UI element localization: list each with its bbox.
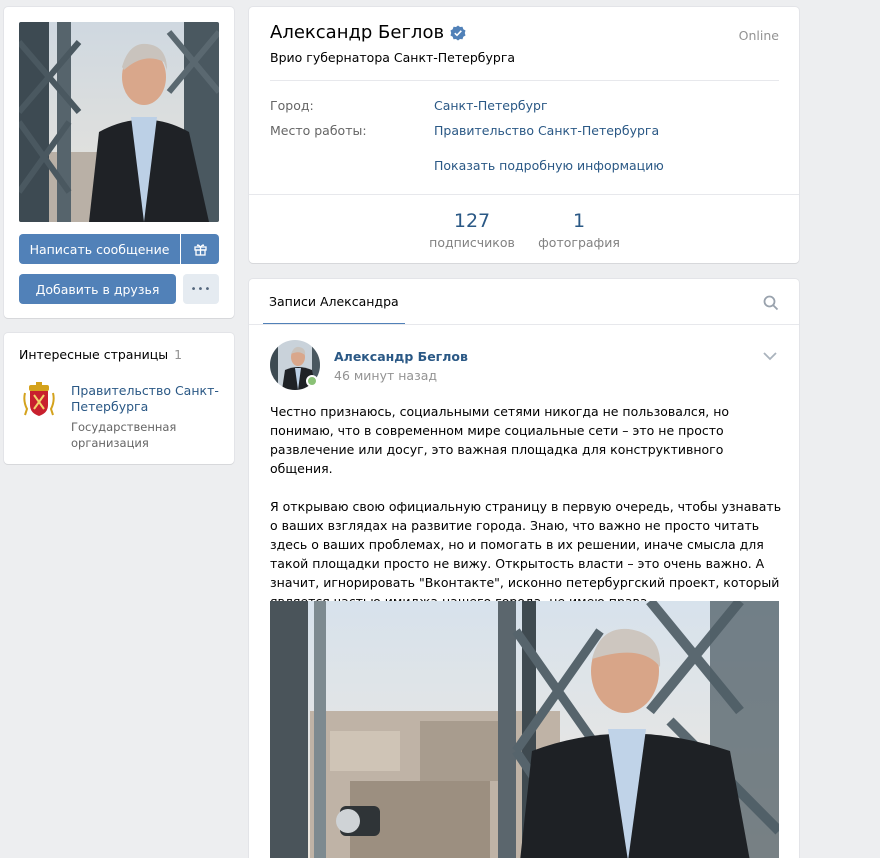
profile-status: Врио губернатора Санкт-Петербурга — [270, 50, 516, 65]
counter-followers-label: подписчиков — [429, 235, 515, 250]
post-paragraph: Я открываю свою официальную страницу в п… — [270, 499, 782, 609]
counters-divider — [249, 194, 799, 195]
interesting-pages-count: 1 — [174, 347, 183, 362]
interesting-pages-title: Интересные страницы — [19, 347, 169, 362]
counter-followers[interactable]: 127 подписчиков — [429, 210, 515, 250]
info-row-work: Место работы: Правительство Санкт-Петербу… — [270, 123, 659, 138]
chevron-down-icon[interactable] — [763, 351, 777, 361]
post-text: Честно признаюсь, социальными сетями ник… — [270, 402, 782, 611]
info-row-city: Город: Санкт-Петербург — [270, 98, 548, 113]
counter-followers-number: 127 — [453, 210, 491, 232]
interesting-pages-header[interactable]: Интересные страницы 1 — [19, 347, 182, 362]
counter-photos-number: 1 — [572, 210, 586, 232]
info-label-work: Место работы: — [270, 123, 367, 138]
send-gift-button[interactable] — [181, 234, 219, 264]
tab-wall-posts[interactable]: Записи Александра — [263, 279, 405, 325]
counter-photos[interactable]: 1 фотография — [535, 210, 623, 250]
interesting-page-item[interactable]: Правительство Санкт-Петербурга Государст… — [19, 379, 221, 450]
write-message-button[interactable]: Написать сообщение — [19, 234, 180, 264]
info-value-city[interactable]: Санкт-Петербург — [434, 98, 548, 113]
interesting-page-description: Государственная организация — [71, 420, 177, 450]
tab-wall-posts-label: Записи Александра — [269, 293, 399, 309]
write-message-label: Написать сообщение — [29, 241, 170, 257]
add-friend-label: Добавить в друзья — [35, 281, 160, 297]
post-photo[interactable] — [270, 601, 779, 858]
wall-divider — [249, 324, 799, 325]
wall-card: Записи Александра Александр Беглов 46 ми… — [249, 279, 799, 858]
info-label-city: Город: — [270, 98, 314, 113]
profile-photo[interactable] — [19, 22, 219, 222]
spb-coat-of-arms-icon — [23, 382, 55, 416]
more-dots-icon: ••• — [190, 283, 212, 295]
profile-name-row: Александр Беглов — [270, 22, 466, 43]
profile-info-card: Александр Беглов Online Врио губернатора… — [249, 7, 799, 263]
author-online-indicator — [306, 375, 318, 387]
gift-icon — [193, 243, 207, 256]
interesting-pages-card: Интересные страницы 1 Правительство Санкт… — [4, 333, 234, 464]
show-full-info-link[interactable]: Показать подробную информацию — [434, 158, 664, 173]
interesting-page-name[interactable]: Правительство Санкт-Петербурга — [71, 383, 221, 415]
search-icon[interactable] — [763, 295, 779, 311]
profile-name: Александр Беглов — [270, 22, 445, 43]
post-paragraph: Честно признаюсь, социальными сетями ник… — [270, 404, 730, 476]
post-timestamp[interactable]: 46 минут назад — [334, 368, 437, 383]
info-value-work[interactable]: Правительство Санкт-Петербурга — [434, 123, 659, 138]
profile-divider — [270, 80, 779, 81]
more-actions-button[interactable]: ••• — [183, 274, 219, 304]
profile-avatar-card: Написать сообщение Добавить в друзья ••• — [4, 7, 234, 318]
counter-photos-label: фотография — [538, 235, 620, 250]
verified-check-icon[interactable] — [450, 25, 466, 41]
post-author-name[interactable]: Александр Беглов — [334, 349, 468, 364]
add-friend-button[interactable]: Добавить в друзья — [19, 274, 176, 304]
online-status: Online — [738, 28, 779, 43]
